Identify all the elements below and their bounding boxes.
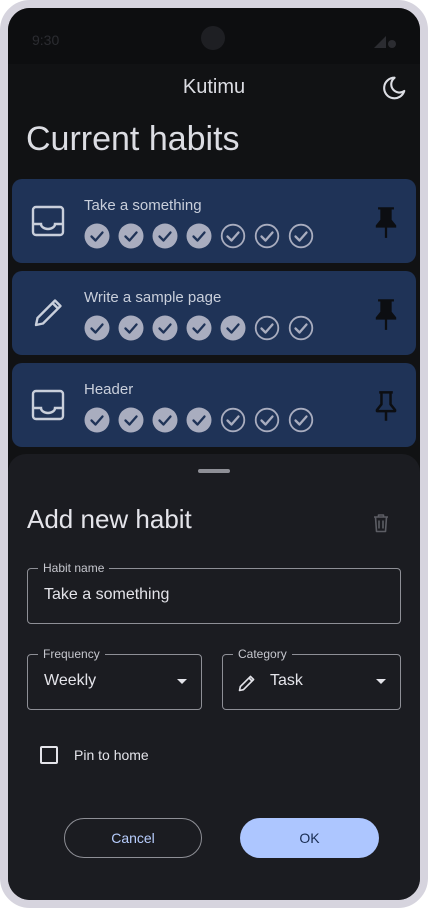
signal-icon — [374, 36, 396, 48]
habit-name: Header — [84, 381, 134, 398]
habit-card[interactable]: Write a sample page — [12, 271, 416, 355]
inbox-tray-icon — [31, 205, 65, 237]
check-outline-icon[interactable] — [288, 223, 314, 249]
habit-name: Write a sample page — [84, 289, 222, 306]
habit-name: Take a something — [84, 197, 202, 214]
habit-card[interactable]: Header — [12, 363, 416, 447]
page-title: Current habits — [26, 120, 240, 158]
check-outline-icon[interactable] — [220, 407, 246, 433]
check-outline-icon[interactable] — [254, 315, 280, 341]
habit-name-field[interactable]: Habit name Take a something — [27, 561, 401, 624]
check-outline-icon[interactable] — [254, 407, 280, 433]
frequency-select[interactable]: Frequency Weekly — [27, 647, 202, 710]
pin-outline-icon[interactable] — [372, 389, 400, 423]
cancel-button[interactable]: Cancel — [64, 818, 202, 858]
category-label: Category — [233, 647, 292, 661]
camera-cutout — [201, 26, 225, 50]
check-filled-icon[interactable] — [84, 407, 110, 433]
category-value: Task — [270, 672, 303, 689]
check-filled-icon[interactable] — [186, 223, 212, 249]
check-filled-icon[interactable] — [220, 315, 246, 341]
pencil-icon — [238, 675, 255, 692]
app-bar: Kutimu — [8, 64, 420, 112]
check-filled-icon[interactable] — [118, 223, 144, 249]
check-filled-icon[interactable] — [84, 223, 110, 249]
ok-button[interactable]: OK — [240, 818, 379, 858]
check-filled-icon[interactable] — [118, 407, 144, 433]
check-filled-icon[interactable] — [152, 315, 178, 341]
check-outline-icon[interactable] — [220, 223, 246, 249]
pin-icon[interactable] — [372, 297, 400, 331]
sheet-title: Add new habit — [27, 504, 192, 534]
status-bar: 9:30 — [8, 8, 420, 64]
check-filled-icon[interactable] — [118, 315, 144, 341]
category-select[interactable]: Category Task — [222, 647, 401, 710]
check-filled-icon[interactable] — [186, 407, 212, 433]
pencil-icon — [34, 299, 62, 327]
frequency-value: Weekly — [44, 672, 97, 689]
pin-to-home-label: Pin to home — [74, 747, 149, 763]
pin-icon[interactable] — [372, 205, 400, 239]
trash-icon[interactable] — [370, 512, 392, 534]
check-filled-icon[interactable] — [84, 315, 110, 341]
app-title: Kutimu — [182, 76, 246, 98]
frequency-label: Frequency — [38, 647, 105, 661]
caret-down-icon — [376, 679, 386, 684]
inbox-tray-icon — [31, 389, 65, 421]
check-filled-icon[interactable] — [152, 223, 178, 249]
pin-to-home-checkbox[interactable] — [40, 746, 58, 764]
phone-frame: 9:30 Kutimu Current habits Take a someth… — [0, 0, 428, 908]
check-outline-icon[interactable] — [288, 315, 314, 341]
habit-name-label: Habit name — [38, 561, 110, 575]
check-filled-icon[interactable] — [152, 407, 178, 433]
habit-name-value[interactable]: Take a something — [44, 586, 169, 604]
habit-card[interactable]: Take a something — [12, 179, 416, 263]
check-outline-icon[interactable] — [288, 407, 314, 433]
add-habit-sheet: Add new habit Habit name Take a somethin… — [8, 454, 420, 900]
caret-down-icon — [177, 679, 187, 684]
check-filled-icon[interactable] — [186, 315, 212, 341]
drag-handle[interactable] — [198, 469, 230, 473]
check-outline-icon[interactable] — [254, 223, 280, 249]
status-time: 9:30 — [32, 32, 60, 48]
moon-icon[interactable] — [380, 74, 408, 102]
